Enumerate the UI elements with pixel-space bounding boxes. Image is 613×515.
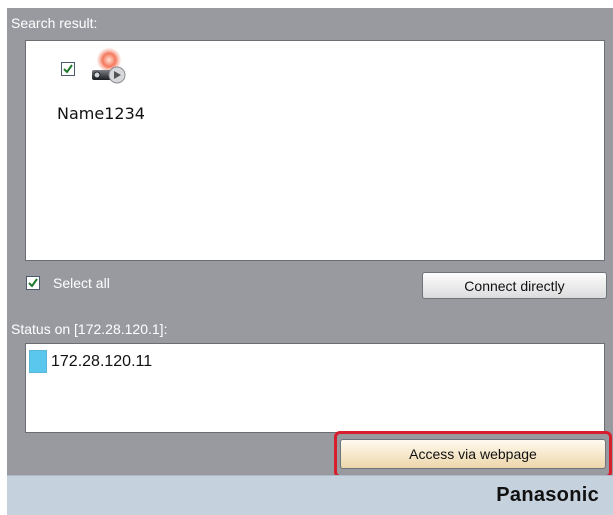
select-all-checkbox[interactable] <box>26 276 40 290</box>
app-window: Search result: Name1234 Select all Conne… <box>7 8 613 515</box>
status-ip: 172.28.120.11 <box>51 353 153 370</box>
status-list[interactable]: 172.28.120.11 <box>25 343 605 433</box>
device-checkbox[interactable] <box>61 62 75 76</box>
projector-icon <box>92 48 126 84</box>
search-result-label: Search result: <box>11 15 98 31</box>
connect-directly-button[interactable]: Connect directly <box>422 272 607 299</box>
checkmark-icon <box>63 64 73 74</box>
status-indicator-icon <box>29 350 47 373</box>
footer-bar: Panasonic <box>7 475 613 515</box>
access-via-webpage-button[interactable]: Access via webpage <box>340 439 606 469</box>
device-name: Name1234 <box>57 104 145 123</box>
checkmark-icon <box>28 278 38 288</box>
brand-logo: Panasonic <box>496 484 599 506</box>
status-label: Status on [172.28.120.1]: <box>11 321 168 337</box>
select-all-label: Select all <box>53 275 110 291</box>
search-result-list[interactable]: Name1234 <box>25 40 605 261</box>
